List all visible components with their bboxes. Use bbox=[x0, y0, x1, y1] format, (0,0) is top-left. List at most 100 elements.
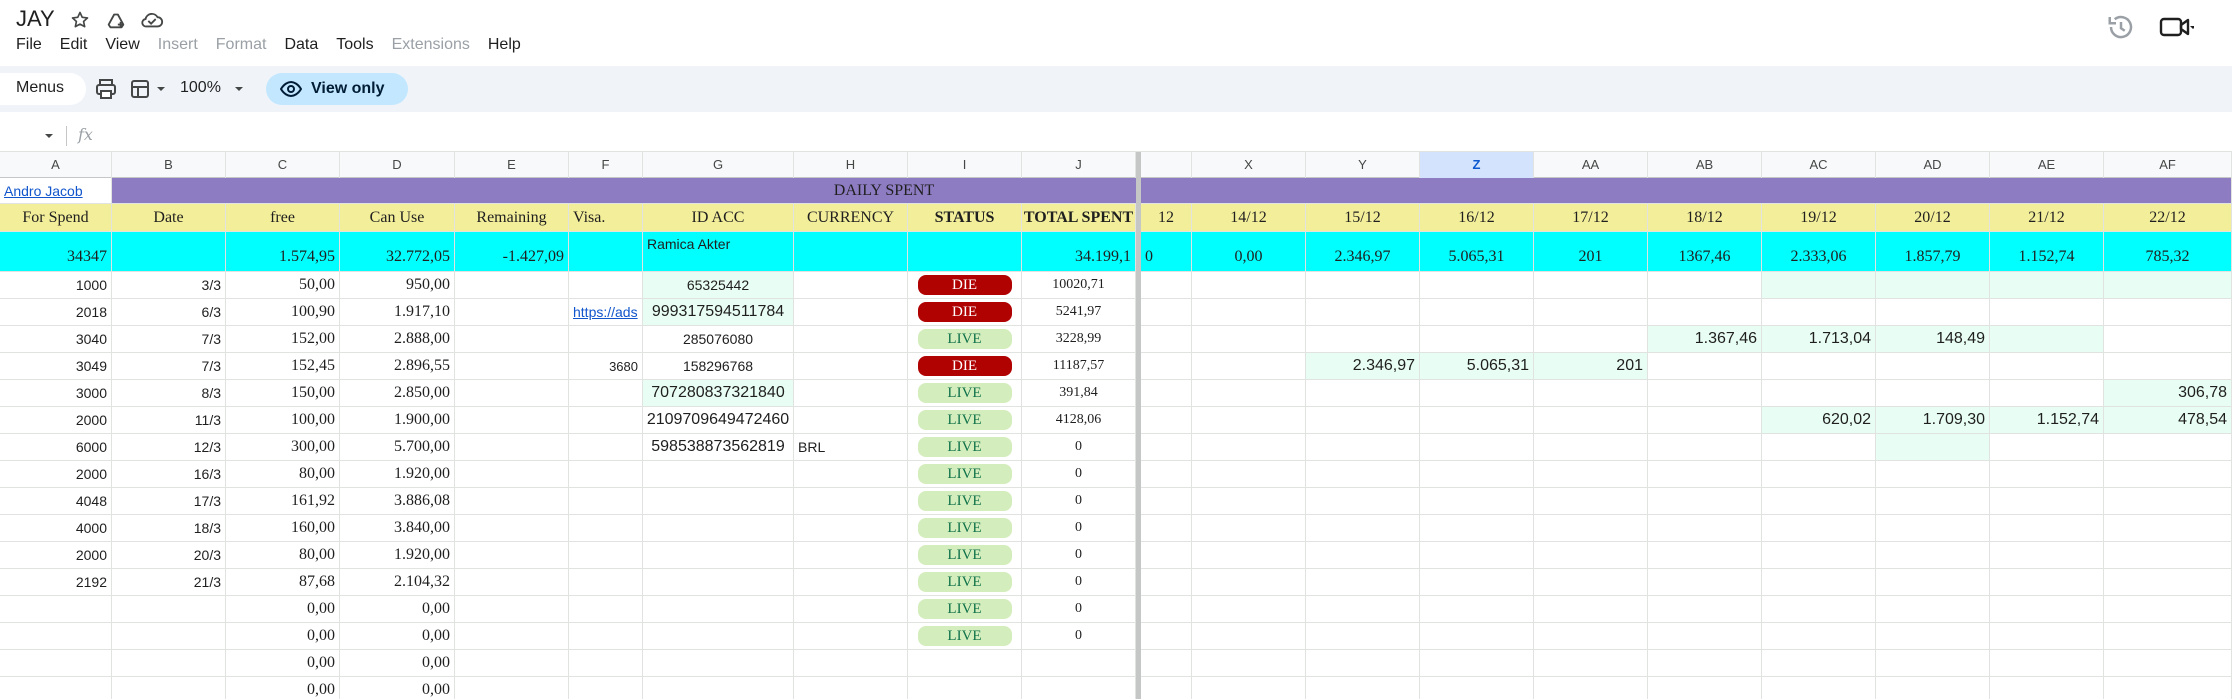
column-header-ab[interactable]: AB bbox=[1648, 152, 1762, 178]
cell-c: 80,00 bbox=[226, 461, 340, 488]
account-id: 598538873562819 bbox=[643, 434, 794, 461]
name-box-dropdown-icon[interactable] bbox=[42, 128, 56, 144]
menu-tools[interactable]: Tools bbox=[336, 34, 381, 56]
status-badge[interactable]: LIVE bbox=[917, 329, 1012, 349]
column-header-f[interactable]: F bbox=[569, 152, 643, 178]
cloud-saved-icon[interactable] bbox=[138, 6, 166, 34]
cell-z bbox=[1420, 434, 1534, 461]
status-badge[interactable]: LIVE bbox=[917, 383, 1012, 403]
totals-z: 5.065,31 bbox=[1420, 232, 1534, 272]
cell-a: 3040 bbox=[0, 326, 112, 353]
freeze-divider[interactable] bbox=[1136, 152, 1141, 699]
menu-view[interactable]: View bbox=[105, 34, 147, 56]
cell-ac bbox=[1762, 569, 1876, 596]
status-badge[interactable]: DIE bbox=[917, 356, 1012, 376]
column-header-y[interactable]: Y bbox=[1306, 152, 1420, 178]
menu-extensions[interactable]: Extensions bbox=[392, 34, 478, 56]
chevron-down-icon[interactable] bbox=[232, 80, 246, 98]
chevron-down-icon[interactable] bbox=[154, 80, 168, 98]
status-badge[interactable]: LIVE bbox=[917, 410, 1012, 430]
column-header-g[interactable]: G bbox=[643, 152, 794, 178]
status-badge[interactable]: DIE bbox=[917, 275, 1012, 295]
column-header-b[interactable]: B bbox=[112, 152, 226, 178]
cell-af bbox=[2104, 353, 2232, 380]
label-y: 15/12 bbox=[1306, 204, 1420, 232]
status-badge[interactable]: LIVE bbox=[917, 599, 1012, 619]
cell-d: 3.840,00 bbox=[340, 515, 455, 542]
cell-e bbox=[455, 488, 569, 515]
owner-link[interactable]: Andro Jacob bbox=[0, 178, 112, 204]
column-header-partial[interactable] bbox=[1141, 152, 1192, 178]
zoom-select[interactable]: 100% bbox=[180, 79, 221, 97]
label-ac: 19/12 bbox=[1762, 204, 1876, 232]
status-badge[interactable]: LIVE bbox=[917, 545, 1012, 565]
column-header-a[interactable]: A bbox=[0, 152, 112, 178]
status-badge[interactable]: DIE bbox=[917, 302, 1012, 322]
column-header-z[interactable]: Z bbox=[1420, 152, 1534, 178]
cell-x bbox=[1192, 542, 1306, 569]
menu-insert[interactable]: Insert bbox=[158, 34, 206, 56]
cell-af: 478,54 bbox=[2104, 407, 2232, 434]
cell-y bbox=[1306, 515, 1420, 542]
column-header-c[interactable]: C bbox=[226, 152, 340, 178]
cell-ae bbox=[1990, 299, 2104, 326]
cell-e bbox=[455, 596, 569, 623]
status-badge[interactable]: LIVE bbox=[917, 437, 1012, 457]
daily-spent-title: DAILY SPENT bbox=[734, 178, 1034, 204]
label-aa: 17/12 bbox=[1534, 204, 1648, 232]
totals-af: 785,32 bbox=[2104, 232, 2232, 272]
status-badge[interactable]: LIVE bbox=[917, 464, 1012, 484]
column-header-ac[interactable]: AC bbox=[1762, 152, 1876, 178]
print-icon[interactable] bbox=[94, 77, 118, 101]
cell-h bbox=[794, 488, 908, 515]
column-header-d[interactable]: D bbox=[340, 152, 455, 178]
version-history-icon[interactable] bbox=[2106, 12, 2136, 42]
menu-data[interactable]: Data bbox=[284, 34, 326, 56]
menu-edit[interactable]: Edit bbox=[60, 34, 96, 56]
cell-af bbox=[2104, 677, 2232, 699]
menus-button[interactable]: Menus bbox=[0, 73, 86, 105]
column-header-aa[interactable]: AA bbox=[1534, 152, 1648, 178]
column-header-af[interactable]: AF bbox=[2104, 152, 2232, 178]
column-header-e[interactable]: E bbox=[455, 152, 569, 178]
menu-file[interactable]: File bbox=[16, 34, 50, 56]
status-badge[interactable]: LIVE bbox=[917, 491, 1012, 511]
label-ad: 20/12 bbox=[1876, 204, 1990, 232]
cell-ad bbox=[1876, 380, 1990, 407]
cell-b bbox=[112, 596, 226, 623]
visa-link[interactable]: https://ads bbox=[569, 299, 643, 326]
menu-format[interactable]: Format bbox=[216, 34, 275, 56]
paint-format-icon[interactable] bbox=[128, 77, 152, 101]
status-badge[interactable]: LIVE bbox=[917, 518, 1012, 538]
cell-x bbox=[1192, 515, 1306, 542]
column-header-h[interactable]: H bbox=[794, 152, 908, 178]
meet-video-icon[interactable] bbox=[2158, 14, 2196, 40]
column-header-i[interactable]: I bbox=[908, 152, 1022, 178]
status-badge[interactable]: LIVE bbox=[917, 626, 1012, 646]
account-id bbox=[643, 488, 794, 515]
totals-ab: 1367,46 bbox=[1648, 232, 1762, 272]
totals-a: 34347 bbox=[0, 232, 112, 272]
column-header-ae[interactable]: AE bbox=[1990, 152, 2104, 178]
label-af: 22/12 bbox=[2104, 204, 2232, 232]
menu-help[interactable]: Help bbox=[488, 34, 529, 56]
move-to-drive-icon[interactable] bbox=[102, 6, 130, 34]
view-only-button[interactable]: View only bbox=[266, 73, 408, 105]
cell-ad bbox=[1876, 515, 1990, 542]
document-title[interactable]: JAY bbox=[16, 6, 55, 32]
status-badge[interactable]: LIVE bbox=[917, 572, 1012, 592]
account-id bbox=[643, 569, 794, 596]
column-header-j[interactable]: J bbox=[1022, 152, 1136, 178]
status-cell: LIVE bbox=[908, 434, 1022, 461]
label-a: For Spend bbox=[0, 204, 112, 232]
cell-e bbox=[455, 542, 569, 569]
star-icon[interactable] bbox=[66, 6, 94, 34]
column-header-ad[interactable]: AD bbox=[1876, 152, 1990, 178]
totals-y: 2.346,97 bbox=[1306, 232, 1420, 272]
cell-y bbox=[1306, 677, 1420, 699]
cell-f bbox=[569, 326, 643, 353]
column-header-x[interactable]: X bbox=[1192, 152, 1306, 178]
cell-c: 300,00 bbox=[226, 434, 340, 461]
cell-ac bbox=[1762, 461, 1876, 488]
cell-b bbox=[112, 623, 226, 650]
